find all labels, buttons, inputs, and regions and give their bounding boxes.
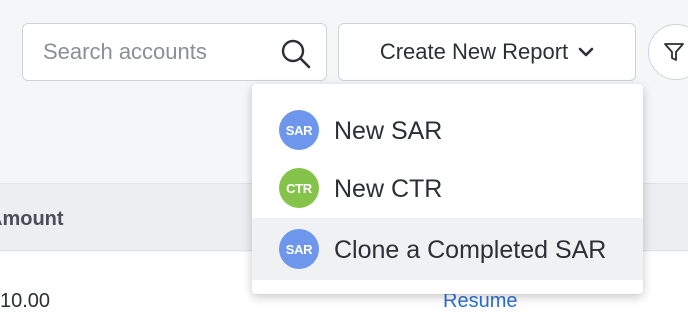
sar-badge-icon: SAR <box>279 229 319 269</box>
create-new-report-label: Create New Report <box>379 39 569 64</box>
ctr-badge-icon: CTR <box>279 168 319 208</box>
sar-badge-icon: SAR <box>279 110 319 150</box>
menu-item-new-sar[interactable]: SAR New SAR <box>252 99 643 161</box>
create-new-report-button[interactable]: Create New Report <box>338 23 636 81</box>
menu-item-label: New SAR <box>334 117 443 145</box>
menu-item-new-ctr[interactable]: CTR New CTR <box>252 157 643 219</box>
search-input[interactable] <box>43 36 283 68</box>
filter-button[interactable] <box>648 24 688 80</box>
menu-item-clone-sar[interactable]: SAR Clone a Completed SAR <box>252 218 643 280</box>
menu-item-label: New CTR <box>334 175 443 203</box>
column-header-amount[interactable]: Amount <box>0 208 64 231</box>
amount-cell: 10.00 <box>0 290 51 312</box>
chevron-down-icon <box>578 47 594 57</box>
menu-item-label: Clone a Completed SAR <box>334 236 607 264</box>
search-icon[interactable] <box>279 37 313 71</box>
filter-icon <box>664 43 684 61</box>
create-report-menu: SAR New SAR CTR New CTR SAR Clone a Comp… <box>252 84 643 294</box>
